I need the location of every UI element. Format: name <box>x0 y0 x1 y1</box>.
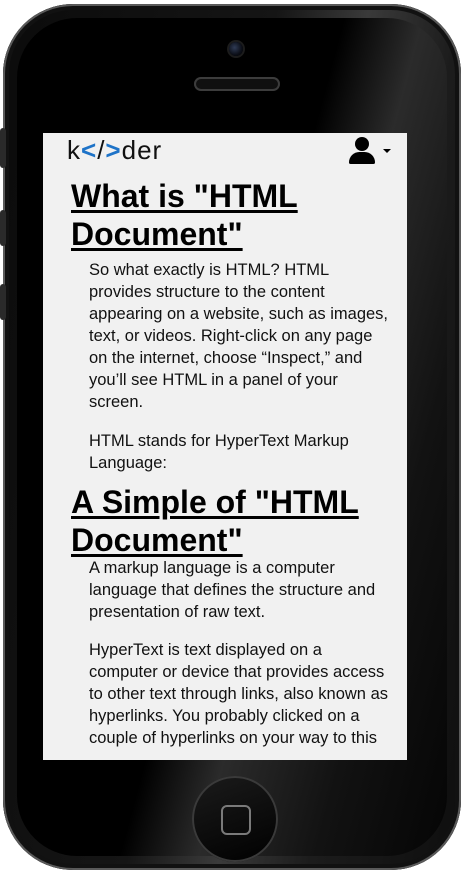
user-icon-head <box>355 137 369 151</box>
front-camera <box>229 42 243 56</box>
heading-what-is-html: What is "HTML Document" <box>71 178 298 252</box>
paragraph-what-is-html: So what exactly is HTML? HTML provides s… <box>89 261 389 411</box>
top-navbar: k</>der <box>43 133 407 177</box>
user-icon-body <box>349 152 375 164</box>
phone-screen: k</>der What is "HTML Document" So what … <box>43 133 407 760</box>
heading-simple-html: A Simple of "HTML Document" <box>71 484 359 558</box>
logo-close-bracket: > <box>105 135 122 165</box>
home-square-icon <box>221 805 251 835</box>
logo-open-bracket: < <box>81 135 98 165</box>
logo-prefix: k <box>67 135 81 165</box>
user-menu-button[interactable] <box>349 137 397 167</box>
paragraph-html-stands-for: HTML stands for HyperText Markup Languag… <box>89 432 349 472</box>
paragraph-hypertext: HyperText is text displayed on a compute… <box>89 641 388 747</box>
earpiece-speaker <box>194 77 280 91</box>
home-button[interactable] <box>192 776 278 862</box>
chevron-down-icon <box>383 149 391 153</box>
mute-switch <box>0 128 6 168</box>
volume-up-button <box>0 210 6 246</box>
site-logo[interactable]: k</>der <box>67 135 162 166</box>
paragraph-markup-language: A markup language is a computer language… <box>89 559 376 621</box>
logo-suffix: der <box>121 135 163 165</box>
volume-down-button <box>0 284 6 320</box>
